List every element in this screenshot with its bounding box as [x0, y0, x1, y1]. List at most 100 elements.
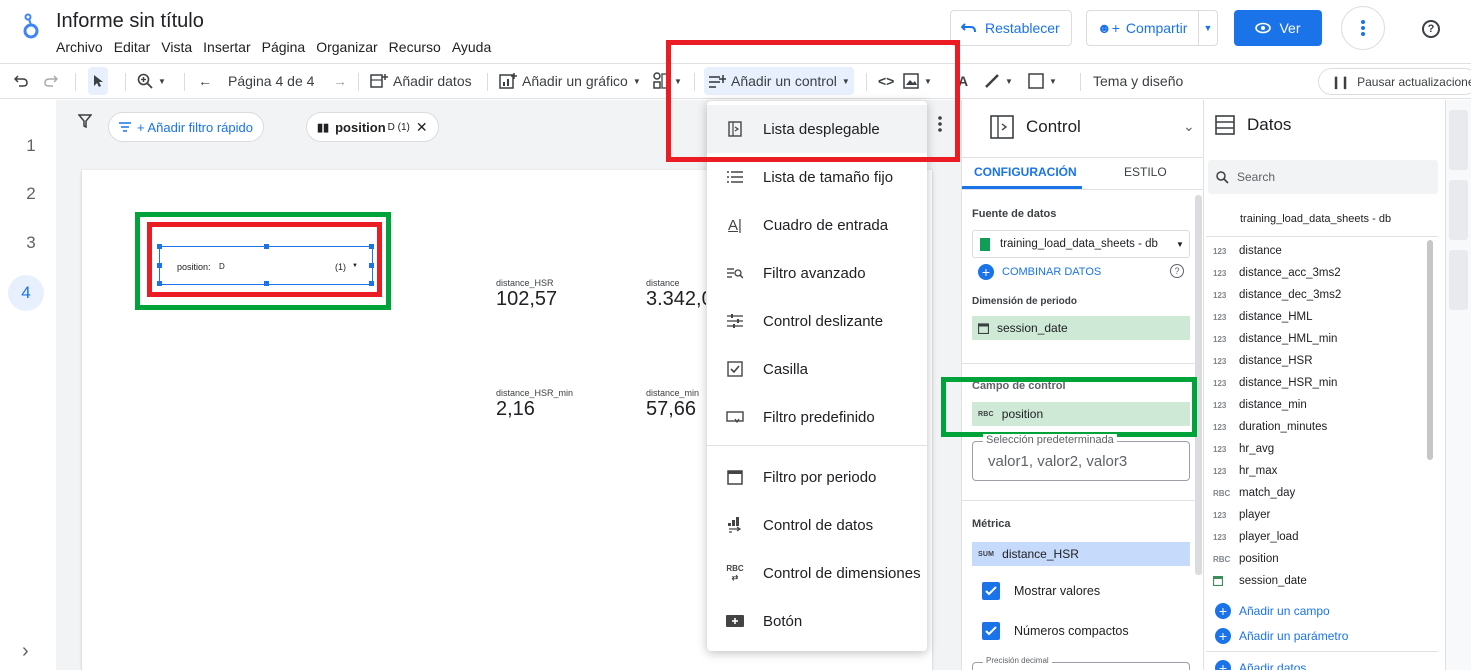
- data-source-selector[interactable]: training_load_data_sheets - db ▼: [972, 230, 1190, 258]
- number-type-icon: 123: [1213, 356, 1227, 366]
- menu-item-advanced-filter[interactable]: Filtro avanzado: [707, 249, 927, 297]
- field-list-scrollbar[interactable]: [1427, 240, 1433, 460]
- zoom-button[interactable]: ▼: [137, 64, 166, 98]
- scorecard-distance-hsr-min[interactable]: distance_HSR_min 2,16: [496, 388, 573, 421]
- menu-editar[interactable]: Editar: [114, 39, 151, 55]
- share-button[interactable]: ☻+ Compartir ▼: [1086, 10, 1218, 46]
- field-item[interactable]: 123speed_avg: [1213, 592, 1423, 596]
- tab-style[interactable]: ESTILO: [1124, 165, 1167, 179]
- field-item[interactable]: 123 duration_minutes: [1213, 416, 1423, 438]
- menu-item-checkbox[interactable]: Casilla: [707, 345, 927, 393]
- field-item[interactable]: 123 distance_dec_3ms2: [1213, 284, 1423, 306]
- menu-organizar[interactable]: Organizar: [316, 39, 377, 55]
- data-search-input[interactable]: Search: [1208, 160, 1438, 194]
- tab-configuration[interactable]: CONFIGURACIÓN: [974, 165, 1077, 179]
- field-item[interactable]: 123 distance_HML_min: [1213, 328, 1423, 350]
- date-dimension-value: session_date: [997, 321, 1068, 335]
- field-item[interactable]: 123 distance_HML: [1213, 306, 1423, 328]
- search-placeholder: Search: [1237, 170, 1276, 184]
- number-type-icon: 123: [1213, 510, 1227, 520]
- position-filter-chip[interactable]: ▮▮ position D (1) ✕: [306, 112, 439, 142]
- add-field-button[interactable]: + Añadir un campo: [1215, 603, 1330, 619]
- prev-page-icon[interactable]: ←: [198, 64, 212, 98]
- chip-close-icon[interactable]: ✕: [416, 119, 428, 136]
- side-tab[interactable]: [1449, 110, 1468, 170]
- metric-value: distance_HSR: [1002, 547, 1079, 561]
- menu-item-label: Control de dimensiones: [763, 564, 921, 582]
- looker-studio-logo[interactable]: [22, 12, 40, 40]
- blend-data-button[interactable]: + COMBINAR DATOS: [978, 264, 1101, 280]
- menu-ayuda[interactable]: Ayuda: [452, 39, 491, 55]
- menu-item-dimension-control[interactable]: RBC ⇄ Control de dimensiones: [707, 549, 927, 597]
- menu-recurso[interactable]: Recurso: [389, 39, 441, 55]
- menu-archivo[interactable]: Archivo: [56, 39, 103, 55]
- menu-insertar[interactable]: Insertar: [203, 39, 250, 55]
- scorecard-distance[interactable]: distance 3.342,0: [646, 278, 706, 311]
- bar-chart-icon: ▮▮: [317, 121, 330, 134]
- theme-layout-button[interactable]: Tema y diseño: [1093, 64, 1183, 98]
- reset-button[interactable]: Restablecer: [950, 10, 1072, 46]
- redo-icon[interactable]: [44, 64, 58, 98]
- add-data-button[interactable]: Añadir datos: [370, 64, 472, 98]
- data-source-name[interactable]: training_load_data_sheets - db: [1240, 213, 1391, 225]
- default-selection-input[interactable]: Selección predeterminada valor1, valor2,…: [972, 434, 1190, 481]
- field-item[interactable]: 123 player: [1213, 504, 1423, 526]
- filter-funnel-icon[interactable]: [78, 114, 92, 128]
- more-options-button[interactable]: [1341, 6, 1385, 50]
- scorecard-distance-min[interactable]: distance_min 57,66: [646, 388, 699, 421]
- dropdown-control-widget[interactable]: position: D (1) ▼: [157, 244, 374, 286]
- side-tabs-rail: [1445, 100, 1471, 670]
- chip-field-label: position: [335, 119, 386, 135]
- field-item[interactable]: 123 distance_acc_3ms2: [1213, 262, 1423, 284]
- field-item[interactable]: 123 player_load: [1213, 526, 1423, 548]
- field-item[interactable]: 123 hr_max: [1213, 460, 1423, 482]
- side-tab[interactable]: [1449, 180, 1468, 240]
- view-button[interactable]: Ver: [1234, 10, 1322, 46]
- page-4-tab[interactable]: 4: [8, 275, 44, 311]
- menu-item-preset-filter[interactable]: Filtro predefinido: [707, 393, 927, 441]
- page-1-tab[interactable]: 1: [18, 136, 44, 156]
- metric-chip[interactable]: SUM distance_HSR: [972, 542, 1190, 566]
- field-item[interactable]: 123 distance_HSR: [1213, 350, 1423, 372]
- report-title[interactable]: Informe sin título: [56, 10, 204, 33]
- page-3-tab[interactable]: 3: [18, 233, 44, 253]
- undo-icon[interactable]: [14, 64, 28, 98]
- menu-vista[interactable]: Vista: [161, 39, 192, 55]
- expand-rail-icon[interactable]: ›: [22, 640, 29, 663]
- select-pointer-icon[interactable]: [88, 67, 108, 95]
- menu-item-button[interactable]: Botón: [707, 597, 927, 645]
- add-parameter-button[interactable]: + Añadir un parámetro: [1215, 628, 1348, 644]
- page-2-tab[interactable]: 2: [18, 184, 44, 204]
- help-small-icon[interactable]: ?: [1170, 264, 1184, 278]
- date-dimension-chip[interactable]: session_date: [972, 316, 1190, 340]
- scorecard-distance-hsr[interactable]: distance_HSR 102,57: [496, 278, 557, 311]
- menu-item-data-control[interactable]: Control de datos: [707, 501, 927, 549]
- shape-button[interactable]: ▼: [1028, 64, 1057, 98]
- add-chart-button[interactable]: Añadir un gráfico ▼: [499, 64, 641, 98]
- help-icon[interactable]: ?: [1422, 20, 1440, 38]
- field-item[interactable]: RBC match_day: [1213, 482, 1423, 504]
- share-caret-icon[interactable]: ▼: [1199, 23, 1217, 33]
- field-item[interactable]: session_date: [1213, 570, 1423, 592]
- add-data-source-button[interactable]: + Añadir datos: [1215, 660, 1306, 670]
- field-item[interactable]: 123 distance_HSR_min: [1213, 372, 1423, 394]
- show-values-checkbox[interactable]: Mostrar valores: [982, 582, 1100, 600]
- side-tab[interactable]: [1449, 250, 1468, 310]
- share-label: Compartir: [1125, 20, 1188, 36]
- menu-pagina[interactable]: Página: [262, 39, 306, 55]
- field-item[interactable]: RBC position: [1213, 548, 1423, 570]
- number-type-icon: 123: [1213, 422, 1227, 432]
- compact-numbers-checkbox[interactable]: Números compactos: [982, 622, 1129, 640]
- field-item[interactable]: 123 distance_min: [1213, 394, 1423, 416]
- pause-updates-button[interactable]: ❙❙ Pausar actualizaciones: [1318, 68, 1471, 95]
- collapse-panel-icon[interactable]: ⌄: [1183, 118, 1195, 135]
- field-item[interactable]: 123 hr_avg: [1213, 438, 1423, 460]
- next-page-icon[interactable]: →: [333, 64, 347, 98]
- field-item[interactable]: 123 distance: [1213, 240, 1423, 262]
- line-button[interactable]: ▼: [984, 64, 1013, 98]
- decimal-precision-input[interactable]: Precisión decimal: [972, 656, 1190, 670]
- menu-item-input-box[interactable]: A| Cuadro de entrada: [707, 201, 927, 249]
- menu-item-slider[interactable]: Control deslizante: [707, 297, 927, 345]
- add-quick-filter-button[interactable]: + Añadir filtro rápido: [108, 112, 264, 142]
- menu-item-date-range[interactable]: Filtro por periodo: [707, 453, 927, 501]
